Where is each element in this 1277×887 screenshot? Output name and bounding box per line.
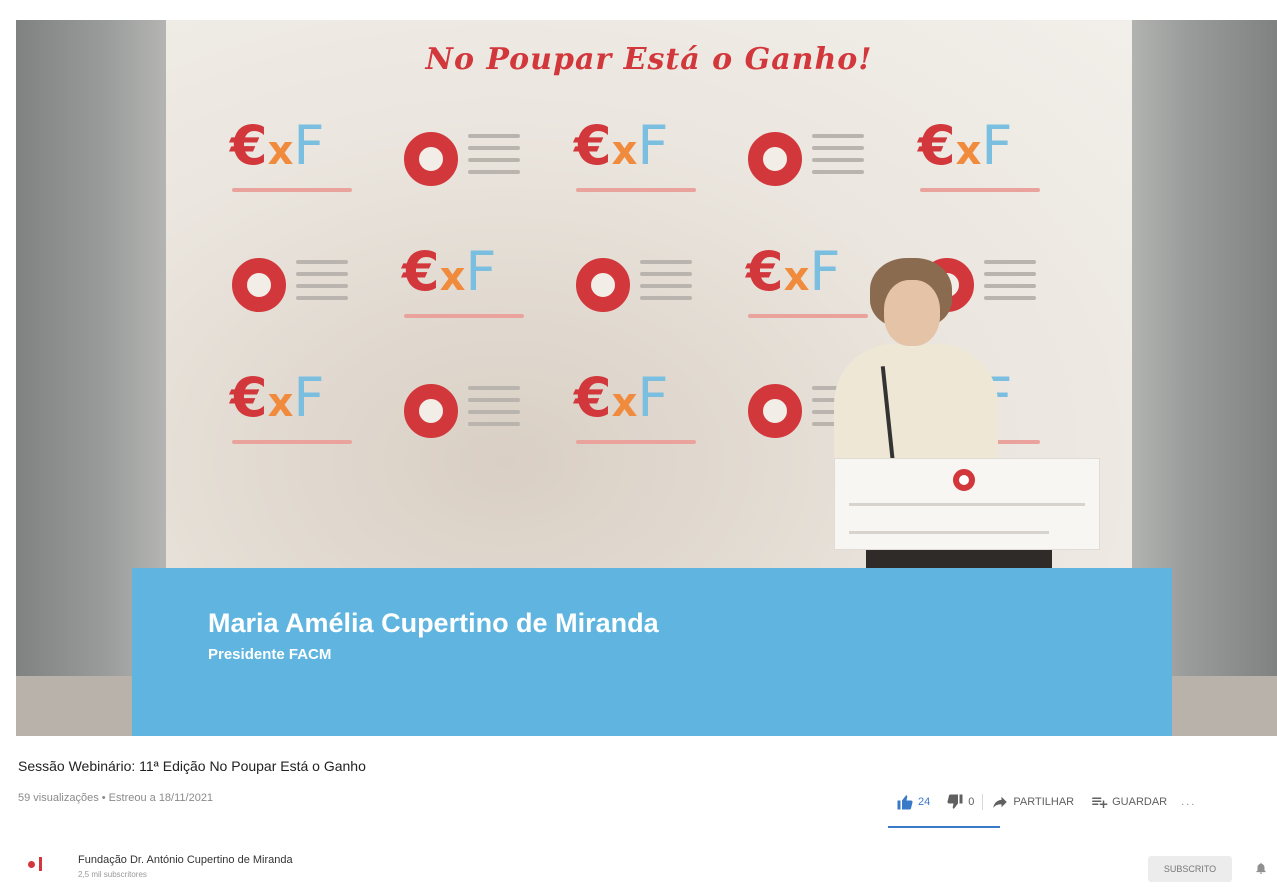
exf-logo: €xF [394, 234, 566, 360]
podium [834, 458, 1100, 550]
save-button[interactable]: GUARDAR [1082, 788, 1175, 816]
thumbs-down-icon [947, 794, 963, 809]
exf-logo: €xF [566, 360, 738, 486]
foundation-logo [394, 360, 566, 486]
foundation-logo [566, 234, 738, 360]
thumbs-up-icon [897, 795, 913, 810]
share-label: PARTILHAR [1013, 796, 1075, 808]
speaker-name: Maria Amélia Cupertino de Miranda [208, 608, 659, 638]
foundation-logo [222, 234, 394, 360]
exf-logo: €xF [222, 108, 394, 234]
channel-row: Fundação Dr. António Cupertino de Mirand… [0, 840, 1277, 887]
podium-logo [953, 469, 975, 491]
speaker-role: Presidente FACM [208, 646, 332, 663]
like-button[interactable]: 24 [888, 788, 938, 816]
save-label: GUARDAR [1112, 796, 1168, 808]
exf-logo: €xF [910, 108, 1082, 234]
exf-logo: €xF [566, 108, 738, 234]
subscribe-button[interactable]: SUBSCRITO [1148, 856, 1232, 882]
lower-third-caption: Maria Amélia Cupertino de Miranda Presid… [132, 568, 1172, 736]
foundation-logo [394, 108, 566, 234]
channel-avatar[interactable] [22, 852, 46, 876]
channel-subscribers: 2,5 mil subscritores [78, 870, 147, 879]
more-actions-button[interactable]: ... [1175, 788, 1202, 816]
video-title: Sessão Webinário: 11ª Edição No Poupar E… [18, 758, 366, 774]
video-stats: 59 visualizações • Estreou a 18/11/2021 [18, 792, 214, 804]
video-player[interactable]: No Poupar Está o Ganho! €xF €xF €xF €xF … [16, 20, 1277, 736]
like-count: 24 [918, 796, 931, 808]
dislike-count: 0 [968, 796, 975, 808]
video-actions: 24 0 PARTILHAR GUARDAR ... [888, 788, 1202, 816]
foundation-logo [738, 108, 910, 234]
backdrop-title: No Poupar Está o Ganho! [425, 42, 873, 77]
notification-bell-icon[interactable] [1254, 860, 1268, 876]
share-icon [993, 796, 1008, 808]
save-playlist-icon [1092, 797, 1108, 808]
share-button[interactable]: PARTILHAR [983, 788, 1082, 816]
like-ratio-bar [888, 826, 1000, 828]
channel-name[interactable]: Fundação Dr. António Cupertino de Mirand… [78, 854, 293, 866]
exf-logo: €xF [222, 360, 394, 486]
dislike-button[interactable]: 0 [938, 788, 982, 816]
